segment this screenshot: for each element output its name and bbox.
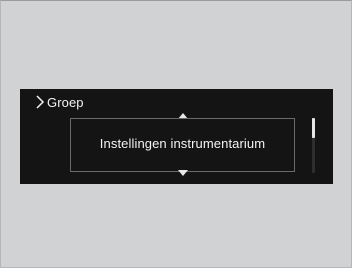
scrollbar[interactable] (312, 118, 315, 173)
group-header[interactable]: Groep (35, 94, 84, 110)
arrow-down-icon[interactable] (178, 170, 188, 176)
menu-item-selected[interactable]: Instellingen instrumentarium (70, 118, 295, 172)
group-header-label: Groep (47, 94, 84, 110)
scrollbar-thumb[interactable] (312, 118, 315, 138)
chevron-right-icon (36, 95, 45, 109)
menu-item-label: Instellingen instrumentarium (99, 136, 266, 151)
illustration-frame: Groep Instellingen instrumentarium (0, 0, 352, 268)
instrument-display: Groep Instellingen instrumentarium (20, 89, 333, 184)
